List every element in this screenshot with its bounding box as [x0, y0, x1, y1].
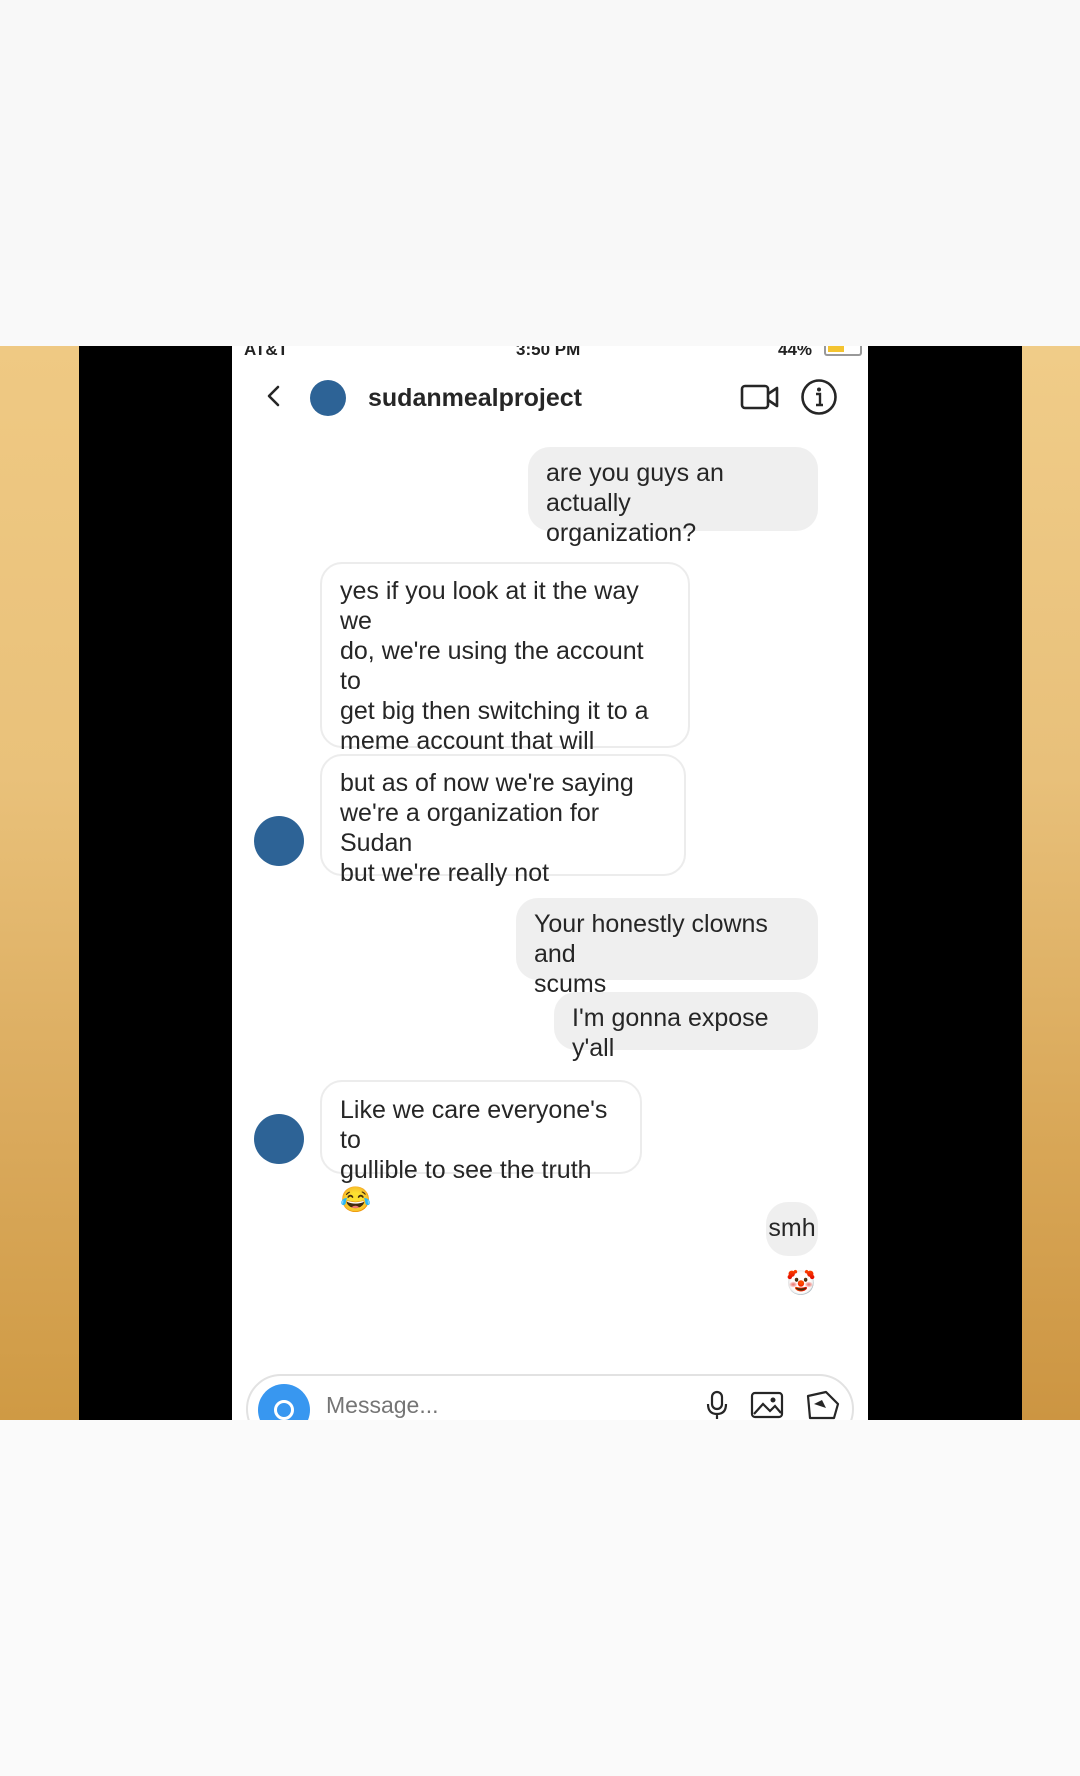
sticker-icon[interactable]: [804, 1390, 840, 1420]
message-bubble-outgoing[interactable]: Your honestly clowns and scums: [516, 898, 818, 998]
message-bubble-incoming[interactable]: Like we care everyone's to gullible to s…: [320, 1080, 642, 1214]
chat-username[interactable]: sudanmealproject: [368, 384, 582, 413]
message-input[interactable]: [326, 1392, 626, 1419]
gold-border-right: [1022, 346, 1080, 1420]
info-icon[interactable]: [800, 378, 838, 416]
message-composer: [246, 1374, 854, 1420]
camera-icon[interactable]: [258, 1384, 310, 1420]
battery-percent: 44%: [778, 346, 813, 359]
chat-header: sudanmealproject: [232, 368, 868, 424]
black-border-right: [868, 346, 1022, 1420]
clock: 3:50 PM: [516, 346, 581, 359]
microphone-icon[interactable]: [704, 1390, 730, 1420]
message-bubble-incoming[interactable]: but as of now we're saying we're a organ…: [320, 754, 686, 887]
top-margin: [0, 0, 1080, 270]
emoji-message[interactable]: 🤡: [784, 1266, 818, 1302]
gold-border-left: [0, 346, 79, 1420]
bottom-margin: [0, 1420, 1080, 1776]
message-bubble-outgoing[interactable]: are you guys an actually organization?: [528, 447, 818, 547]
battery-icon: [824, 346, 862, 356]
carrier-label: AT&T: [244, 346, 289, 359]
gallery-icon[interactable]: [750, 1390, 788, 1420]
black-border-left: [79, 346, 232, 1420]
status-bar: AT&T 3:50 PM 44%: [232, 346, 868, 362]
avatar[interactable]: [254, 1114, 304, 1164]
message-bubble-outgoing[interactable]: smh: [766, 1202, 818, 1256]
chevron-left-icon[interactable]: [262, 384, 286, 408]
avatar[interactable]: [310, 380, 346, 416]
video-camera-icon[interactable]: [740, 382, 780, 412]
message-bubble-outgoing[interactable]: I'm gonna expose y'all: [554, 992, 818, 1062]
message-bubble-incoming[interactable]: yes if you look at it the way we do, we'…: [320, 562, 690, 815]
avatar[interactable]: [254, 816, 304, 866]
phone-screenshot: AT&T 3:50 PM 44% sudanmealproject are yo…: [232, 346, 868, 1420]
